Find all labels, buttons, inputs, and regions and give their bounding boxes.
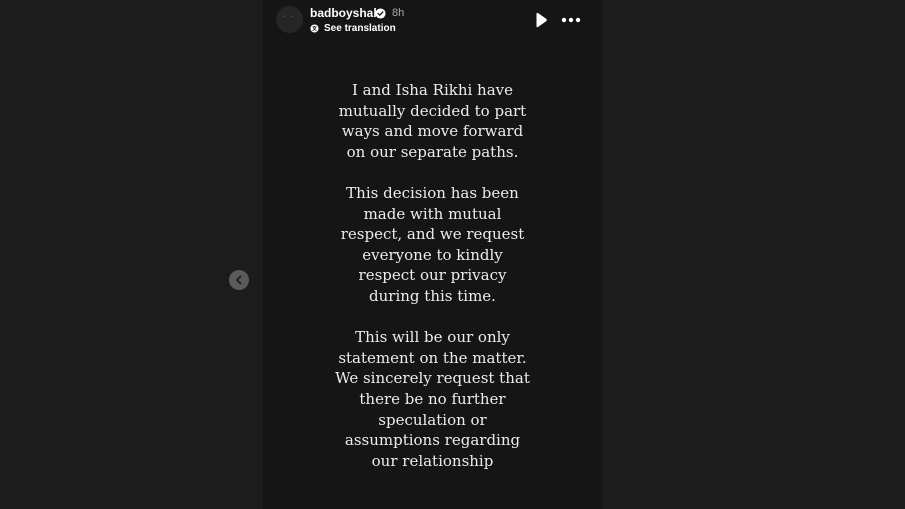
globe-icon bbox=[310, 24, 319, 33]
story-card[interactable]: ˙ ˙ badboyshah 8h See translation I and … bbox=[263, 0, 602, 509]
chevron-left-icon bbox=[236, 275, 242, 285]
verified-badge-icon bbox=[375, 8, 386, 19]
play-icon[interactable] bbox=[534, 12, 548, 28]
story-text: I and Isha Rikhi have mutually decided t… bbox=[263, 80, 602, 492]
story-paragraph-3: This will be our only statement on the m… bbox=[335, 328, 530, 470]
story-header: ˙ ˙ badboyshah 8h See translation bbox=[263, 0, 602, 44]
post-time: 8h bbox=[392, 7, 405, 19]
see-translation-label: See translation bbox=[324, 23, 396, 34]
story-viewer: ˙ ˙ badboyshah 8h See translation I and … bbox=[0, 0, 905, 509]
story-paragraph-2: This decision has been made with mutual … bbox=[340, 183, 525, 305]
see-translation-button[interactable]: See translation bbox=[310, 23, 396, 34]
avatar[interactable]: ˙ ˙ bbox=[276, 6, 303, 33]
previous-story-button[interactable] bbox=[229, 270, 249, 290]
more-options-icon[interactable] bbox=[561, 13, 581, 27]
story-paragraph-1: I and Isha Rikhi have mutually decided t… bbox=[338, 81, 527, 161]
username-link[interactable]: badboyshah bbox=[310, 6, 381, 20]
